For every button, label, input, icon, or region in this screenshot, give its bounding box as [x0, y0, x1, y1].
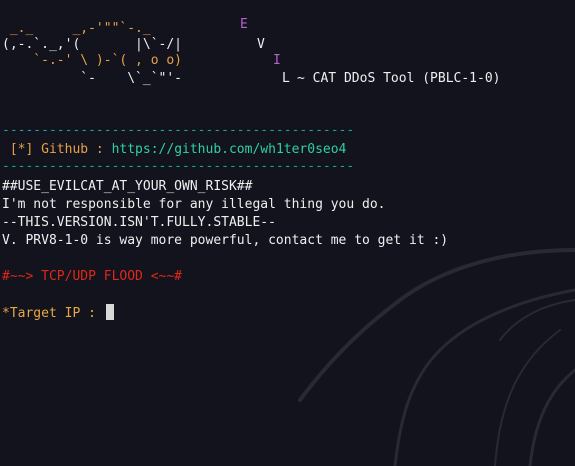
target-ip-prompt: *Target IP :: [2, 304, 114, 322]
banner-letter-e: E: [240, 17, 248, 32]
disclaimer-line: I'm not responsible for any illegal thin…: [2, 197, 386, 212]
mode-header: #~~> TCP/UDP FLOOD <~~#: [2, 269, 183, 284]
github-link[interactable]: https://github.com/wh1ter0seo4: [112, 142, 347, 157]
target-ip-label: *Target IP :: [2, 306, 104, 321]
version-notice: V. PRV8-1-0 is way more powerful, contac…: [2, 233, 449, 248]
separator-line: ----------------------------------------…: [2, 123, 355, 138]
text-cursor[interactable]: [105, 304, 114, 320]
ascii-art-line: `-.-' \ )-`( , o o): [2, 53, 183, 68]
github-label: [*] Github :: [2, 142, 112, 157]
banner-letter-l: L: [282, 71, 290, 86]
banner-letter-i: I: [273, 53, 281, 68]
github-line: [*] Github : https://github.com/wh1ter0s…: [2, 141, 347, 159]
banner-letter-v: V: [257, 37, 265, 52]
separator-line: ----------------------------------------…: [2, 159, 355, 174]
tool-title: ~ CAT DDoS Tool (PBLC-1-0): [297, 71, 501, 86]
ascii-art-line: `- \`_`"'-: [2, 71, 183, 86]
stability-notice: --THIS.VERSION.ISN'T.FULLY.STABLE--: [2, 215, 276, 230]
risk-notice: ##USE_EVILCAT_AT_YOUR_OWN_RISK##: [2, 179, 253, 194]
